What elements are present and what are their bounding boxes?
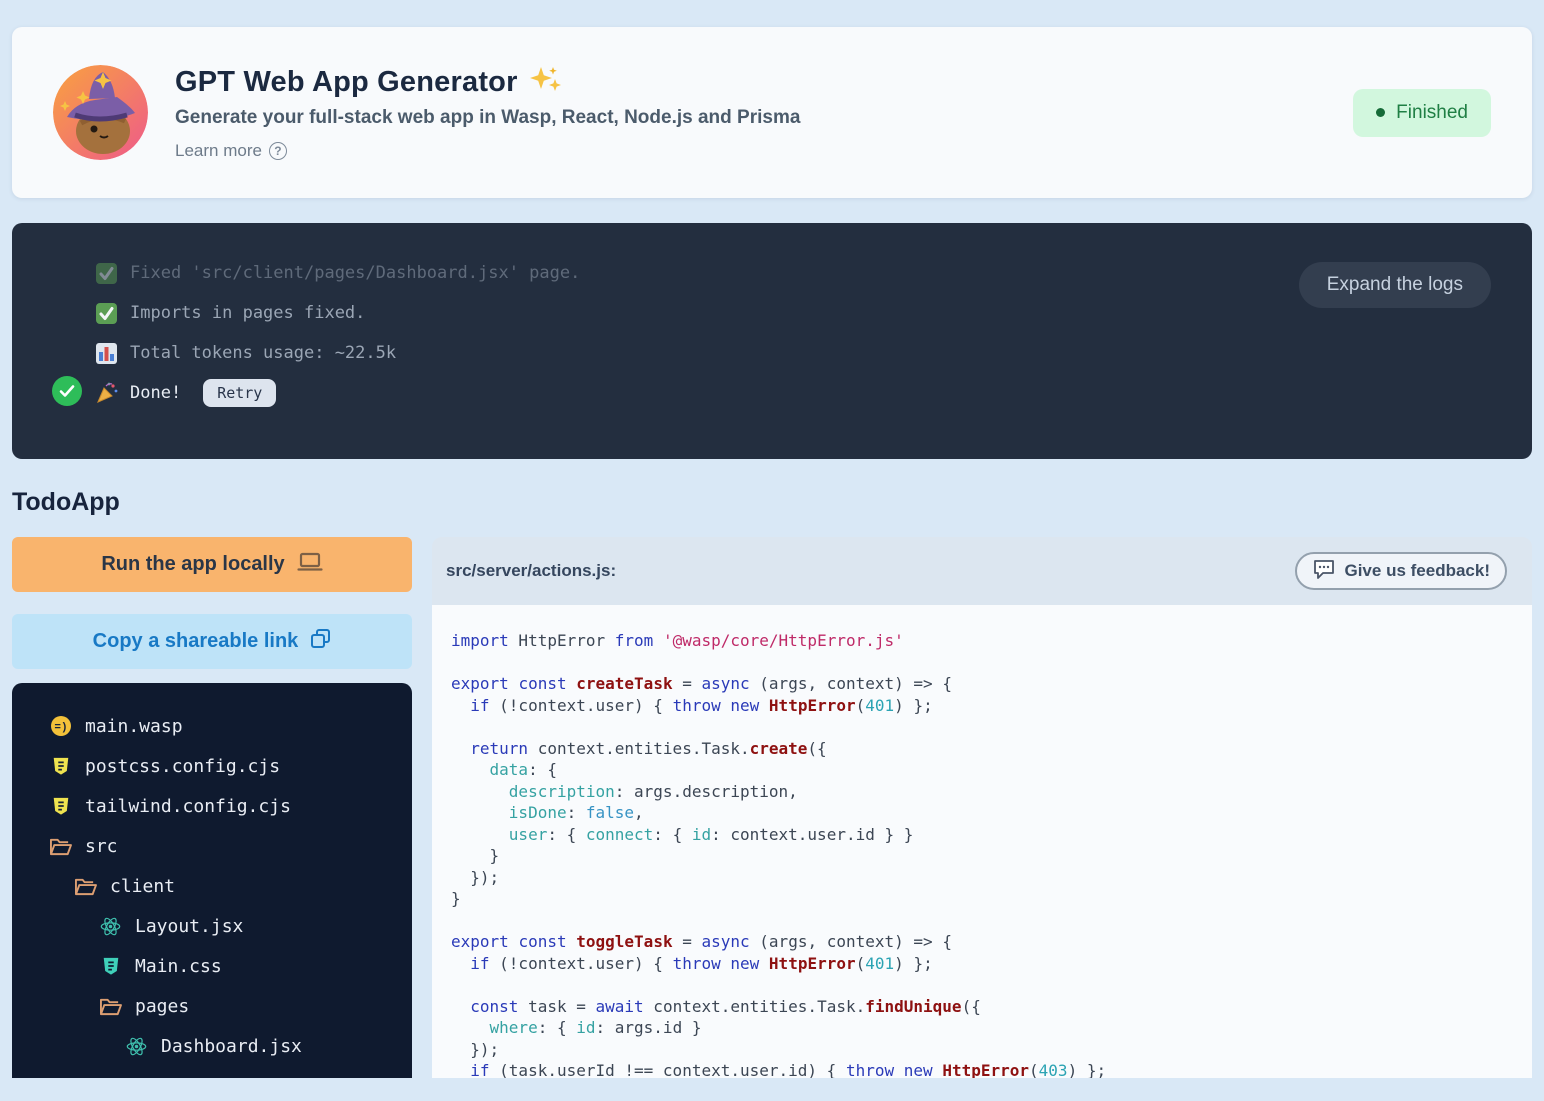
code-line: return context.entities.Task.create({ xyxy=(451,738,1532,760)
laptop-icon xyxy=(297,551,323,579)
sparkles-icon xyxy=(528,65,562,100)
code-line: description: args.description, xyxy=(451,781,1532,803)
copy-icon xyxy=(310,628,331,655)
tree-item-label: client xyxy=(110,876,175,897)
react-icon xyxy=(99,915,122,938)
code-block: import HttpError from '@wasp/core/HttpEr… xyxy=(451,630,1532,1078)
code-line: where: { id: args.id } xyxy=(451,1017,1532,1039)
retry-button[interactable]: Retry xyxy=(203,379,276,407)
bar-chart-emoji-icon xyxy=(95,342,125,365)
main-area: Run the app locally Copy a shareable lin… xyxy=(12,537,1532,1078)
log-panel: Fixed 'src/client/pages/Dashboard.jsx' p… xyxy=(12,223,1532,459)
code-line: } xyxy=(451,845,1532,867)
check-emoji-icon xyxy=(95,262,125,285)
run-app-button[interactable]: Run the app locally xyxy=(12,537,412,592)
tree-item-main-wasp[interactable]: =) main.wasp xyxy=(12,706,412,746)
app-name: TodoApp xyxy=(12,488,1532,517)
tree-item-label: postcss.config.cjs xyxy=(85,756,280,777)
log-line: Total tokens usage: ~22.5k xyxy=(12,333,1532,373)
page-title: GPT Web App Generator xyxy=(175,66,518,99)
code-area: import HttpError from '@wasp/core/HttpEr… xyxy=(432,605,1532,1078)
tree-item-pages[interactable]: pages xyxy=(12,986,412,1026)
tree-item-postcss-config-cjs[interactable]: postcss.config.cjs xyxy=(12,746,412,786)
code-line: if (!context.user) { throw new HttpError… xyxy=(451,953,1532,975)
tree-item-src[interactable]: src xyxy=(12,826,412,866)
tree-item-label: Layout.jsx xyxy=(135,916,243,937)
file-tree: =) main.wasp postcss.config.cjs tailwind.co… xyxy=(12,683,412,1078)
code-line: } xyxy=(451,888,1532,910)
code-line: export const toggleTask = async (args, c… xyxy=(451,931,1532,953)
wasp-icon: =) xyxy=(49,715,72,738)
tree-item-label: Main.css xyxy=(135,956,222,977)
learn-more-link[interactable]: Learn more ? xyxy=(175,141,287,161)
code-line: isDone: false, xyxy=(451,802,1532,824)
code-line: export const createTask = async (args, c… xyxy=(451,673,1532,695)
code-line xyxy=(451,910,1532,932)
left-column: Run the app locally Copy a shareable lin… xyxy=(12,537,412,1078)
css-icon xyxy=(99,955,122,978)
folder-open-icon xyxy=(74,875,97,898)
tree-item-label: main.wasp xyxy=(85,716,183,737)
code-line: data: { xyxy=(451,759,1532,781)
status-badge: Finished xyxy=(1353,89,1491,137)
log-line: Done! Retry xyxy=(12,373,1532,413)
code-line: }); xyxy=(451,1039,1532,1061)
help-icon[interactable]: ? xyxy=(269,142,287,160)
tree-item-label: tailwind.config.cjs xyxy=(85,796,291,817)
tree-item-label: Dashboard.jsx xyxy=(161,1036,302,1057)
log-text: Total tokens usage: ~22.5k xyxy=(130,343,396,363)
tree-item-label: src xyxy=(85,836,118,857)
copy-link-button[interactable]: Copy a shareable link xyxy=(12,614,412,669)
tree-item-main-css[interactable]: Main.css xyxy=(12,946,412,986)
folder-open-icon xyxy=(49,835,72,858)
feedback-button[interactable]: Give us feedback! xyxy=(1295,552,1507,590)
folder-open-icon xyxy=(99,995,122,1018)
party-popper-emoji-icon xyxy=(95,381,125,405)
code-line: import HttpError from '@wasp/core/HttpEr… xyxy=(451,630,1532,652)
tree-item-client[interactable]: client xyxy=(12,866,412,906)
code-line: const task = await context.entities.Task… xyxy=(451,996,1532,1018)
log-text: Done! xyxy=(130,383,181,403)
speech-bubble-icon xyxy=(1312,558,1336,585)
success-check-icon xyxy=(52,376,82,411)
page-subtitle: Generate your full-stack web app in Wasp… xyxy=(175,107,800,129)
code-panel: src/server/actions.js: Give us feedback!… xyxy=(432,537,1532,1078)
code-line: }); xyxy=(451,867,1532,889)
code-line xyxy=(451,652,1532,674)
js-config-icon xyxy=(49,795,72,818)
mage-logo xyxy=(53,65,148,160)
code-line: if (!context.user) { throw new HttpError… xyxy=(451,695,1532,717)
file-path: src/server/actions.js: xyxy=(446,561,616,581)
expand-logs-button[interactable]: Expand the logs xyxy=(1299,262,1491,308)
js-config-icon xyxy=(49,755,72,778)
code-line: if (task.userId !== context.user.id) { t… xyxy=(451,1060,1532,1078)
tree-item-tailwind-config-cjs[interactable]: tailwind.config.cjs xyxy=(12,786,412,826)
tree-item-dashboard-jsx[interactable]: Dashboard.jsx xyxy=(12,1026,412,1066)
tree-item-label: pages xyxy=(135,996,189,1017)
code-line xyxy=(451,716,1532,738)
svg-text:=): =) xyxy=(54,722,67,734)
log-text: Imports in pages fixed. xyxy=(130,303,365,323)
log-text: Fixed 'src/client/pages/Dashboard.jsx' p… xyxy=(130,263,580,283)
check-emoji-icon xyxy=(95,302,125,325)
code-header: src/server/actions.js: Give us feedback! xyxy=(432,537,1532,605)
status-dot-icon xyxy=(1376,108,1385,117)
header-card: GPT Web App Generator Generate your full… xyxy=(12,27,1532,198)
code-line xyxy=(451,974,1532,996)
react-icon xyxy=(125,1035,148,1058)
tree-item-layout-jsx[interactable]: Layout.jsx xyxy=(12,906,412,946)
code-line: user: { connect: { id: context.user.id }… xyxy=(451,824,1532,846)
